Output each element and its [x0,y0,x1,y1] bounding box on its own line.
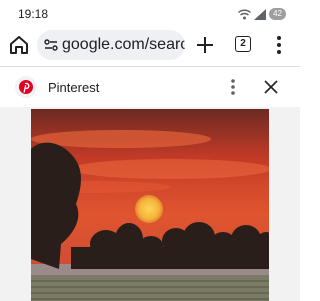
sheet-more-icon[interactable] [228,78,238,96]
signal-icon [254,8,267,20]
site-settings-icon[interactable] [44,38,58,52]
url-bar[interactable]: google.com/searc [37,30,185,60]
new-tab-button[interactable] [193,33,217,57]
page-preview [0,107,300,301]
preview-sheet: Pinterest [0,66,300,301]
home-icon[interactable] [8,34,30,56]
status-icons: 42 [238,7,286,21]
close-icon[interactable] [264,80,278,94]
sheet-title: Pinterest [48,80,100,95]
browser-toolbar: google.com/searc 2 [0,28,300,62]
status-bar: 19:18 42 [0,0,300,28]
more-vert-icon[interactable] [274,35,284,55]
sheet-header: Pinterest [0,67,300,107]
wifi-icon [238,8,252,19]
sunset-photo[interactable] [31,109,269,301]
pinterest-logo [15,76,37,98]
tab-switcher-button[interactable]: 2 [235,36,251,52]
battery-level: 42 [269,8,286,20]
url-text: google.com/searc [62,36,185,53]
status-time: 19:18 [18,7,49,21]
